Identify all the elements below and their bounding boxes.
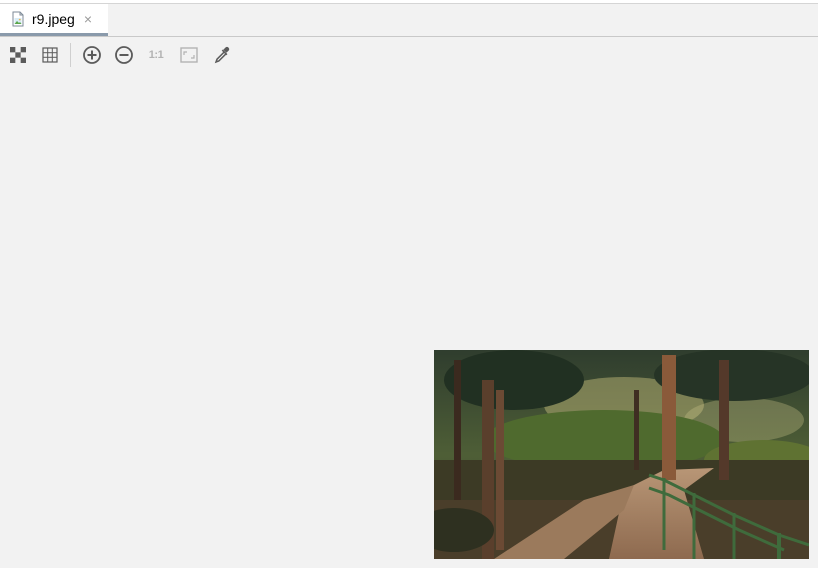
- fit-zoom-button[interactable]: [179, 45, 199, 65]
- zoom-in-button[interactable]: [82, 45, 102, 65]
- grid-icon: [42, 47, 58, 63]
- zoom-in-icon: [83, 46, 101, 64]
- actual-size-button[interactable]: 1:1: [146, 45, 166, 65]
- chessboard-background-button[interactable]: [8, 45, 28, 65]
- image-file-icon: [12, 11, 24, 26]
- editor-tab-bar: r9.jpeg ×: [0, 4, 818, 37]
- zoom-out-icon: [115, 46, 133, 64]
- zoom-out-button[interactable]: [114, 45, 134, 65]
- fit-zoom-icon: [180, 47, 198, 63]
- actual-size-icon: 1:1: [148, 49, 164, 61]
- toolbar-separator: [70, 43, 71, 67]
- chessboard-background-icon: [10, 47, 26, 63]
- displayed-image: [434, 350, 809, 559]
- color-picker-icon: [214, 46, 230, 64]
- image-viewer: r9.jpeg × 1:1: [0, 0, 818, 568]
- close-icon[interactable]: ×: [84, 12, 92, 26]
- grid-button[interactable]: [40, 45, 60, 65]
- tab-label: r9.jpeg: [32, 10, 75, 27]
- tab-r9-jpeg[interactable]: r9.jpeg ×: [0, 4, 108, 36]
- image-toolbar: 1:1: [0, 40, 818, 70]
- image-canvas: [0, 74, 818, 568]
- color-picker-button[interactable]: [212, 45, 232, 65]
